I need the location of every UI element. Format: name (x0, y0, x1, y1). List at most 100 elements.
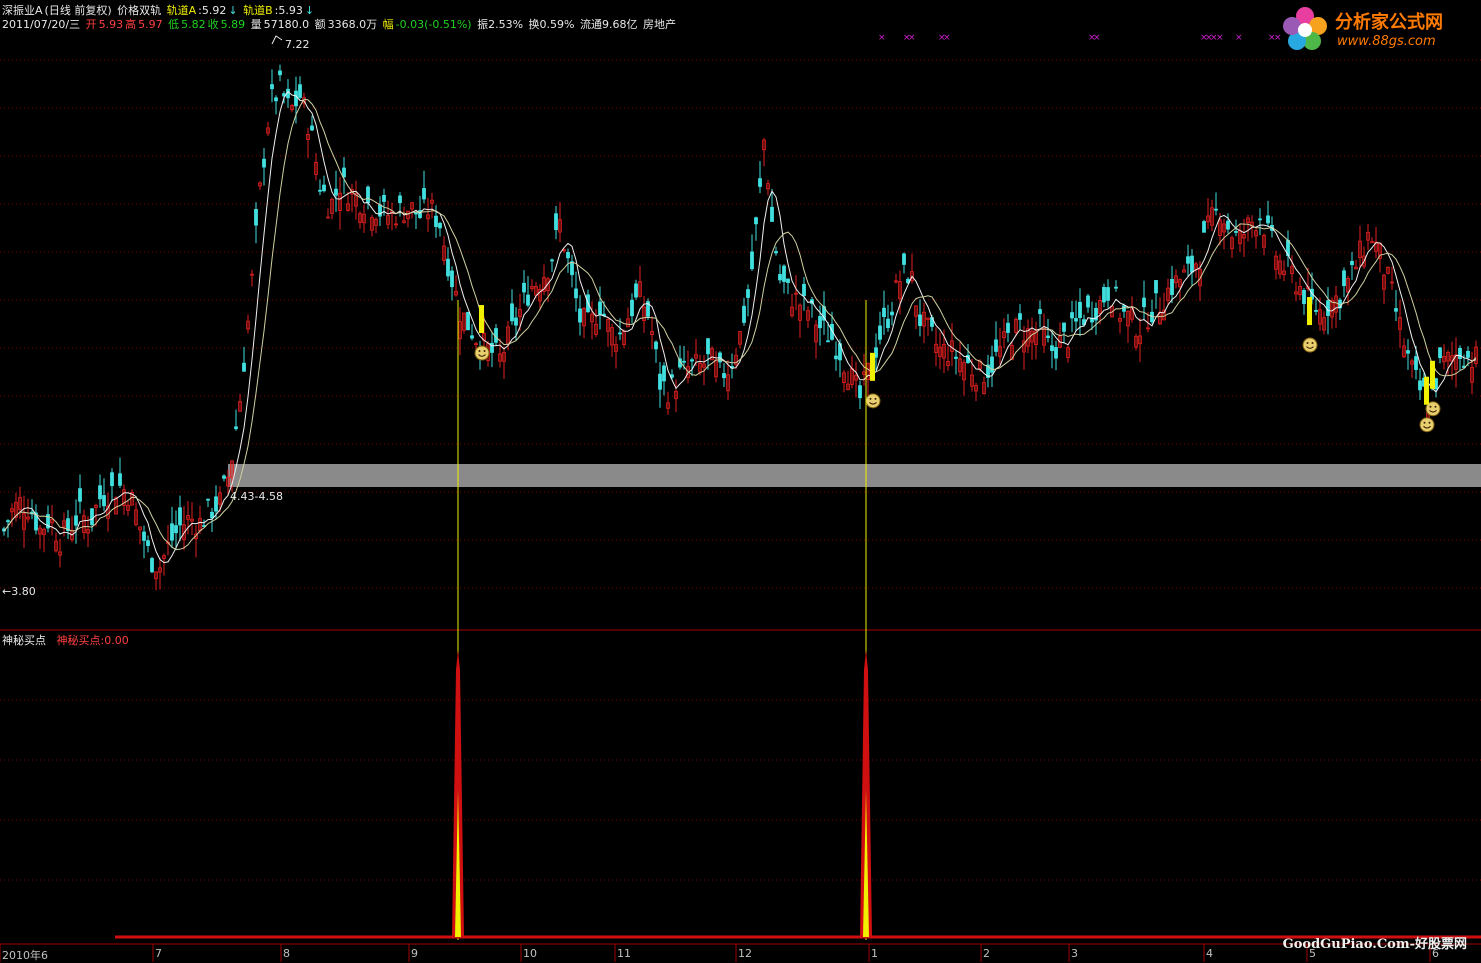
amplitude-label: 振2.53% (477, 18, 524, 31)
candle-body (994, 339, 998, 352)
candle-body (278, 70, 282, 76)
candle-body (294, 90, 298, 107)
candle-body (878, 325, 882, 340)
candle-body (1078, 301, 1082, 318)
candle-body (722, 373, 726, 379)
volume-label: 量 (250, 18, 262, 31)
candle-body (754, 217, 758, 225)
smiley-icon (474, 345, 490, 361)
smiley-icon (1419, 417, 1435, 433)
candle-body (1018, 313, 1022, 320)
candle-body (514, 317, 518, 326)
candle-body (654, 341, 658, 350)
high-label: 高 (125, 18, 137, 31)
indicator-panel-name: 神秘买点 (2, 634, 46, 647)
candle-body (802, 283, 806, 297)
high-value: 5.97 (138, 18, 163, 31)
candle-body (334, 188, 338, 196)
candle-body (1350, 260, 1354, 266)
candle-body (1102, 286, 1106, 303)
x-tick-label: 3 (1071, 947, 1078, 960)
candle-body (522, 282, 526, 293)
x-tick-label: 6 (1432, 947, 1439, 960)
candle-body (174, 525, 178, 534)
candle-body (1046, 335, 1050, 338)
candle-body (1394, 308, 1398, 312)
candle-body (318, 189, 322, 192)
candle-body (118, 473, 122, 486)
candle-body (1054, 347, 1058, 359)
candle-body (1086, 295, 1090, 308)
candle-body (210, 511, 214, 519)
candle-body (466, 311, 470, 331)
candle-body (510, 303, 514, 322)
smiley-eye (1428, 421, 1431, 424)
x-tick-label: 4 (1206, 947, 1213, 960)
candle-body (574, 288, 578, 299)
candle-body (662, 365, 666, 382)
close-value: 5.89 (220, 18, 246, 31)
candle-body (1342, 270, 1346, 287)
candle-body (554, 213, 558, 231)
x-tick-label: 7 (155, 947, 162, 960)
candle-body (1326, 300, 1330, 316)
smiley-icon (1302, 337, 1318, 353)
candle-body (322, 184, 326, 192)
chart-annotations: 7.22←3.804.43-4.58× ×× ×× ×× ×××× × ×× (2, 33, 1282, 598)
candle-body (78, 488, 82, 502)
smiley-eye (869, 397, 872, 400)
candle-body (1186, 256, 1190, 264)
candle-body (778, 274, 782, 281)
candle-body (1202, 221, 1206, 233)
low-value: 5.82 (181, 18, 206, 31)
candle-body (1038, 309, 1042, 315)
signal-bar (870, 352, 875, 381)
candle-body (742, 305, 746, 323)
max-pointer (271, 35, 283, 45)
candle-body (1406, 350, 1410, 354)
candle-body (150, 558, 154, 573)
smiley-eye (483, 350, 486, 353)
candle-body (74, 515, 78, 526)
candle-body (1190, 255, 1194, 273)
candle-body (146, 540, 150, 546)
candle-body (398, 195, 402, 204)
smiley-eye (1423, 421, 1426, 424)
candle-body (1226, 220, 1230, 230)
signal-bar (479, 305, 484, 334)
candle-body (1074, 318, 1078, 322)
candle-body (770, 206, 774, 222)
date-label: 2011/07/20/三 (2, 18, 81, 31)
smiley-eye (1306, 342, 1309, 345)
candle-body (298, 84, 302, 98)
open-label: 开 (85, 18, 97, 31)
x-tick-label: 9 (411, 947, 418, 960)
candle-body (1418, 380, 1422, 391)
candle-body (434, 215, 438, 227)
candle-body (706, 338, 710, 355)
amount-label: 额 (314, 18, 326, 31)
candle-body (1234, 231, 1238, 233)
x-tick-label: 2010年6 (2, 949, 48, 962)
candle-body (382, 195, 386, 202)
x-tick-label: 8 (283, 947, 290, 960)
signal-bar (1430, 360, 1435, 389)
candle-body (110, 472, 114, 487)
change-label: 幅 (382, 18, 394, 31)
smiley-eye (478, 350, 481, 353)
candle-body (774, 251, 778, 254)
candle-body (366, 186, 370, 203)
candle-body (170, 523, 174, 541)
candle-body (1302, 289, 1306, 305)
stock-chart: 7.22←3.804.43-4.58× ×× ×× ×× ×××× × ×× (0, 33, 1481, 962)
candle-body (90, 508, 94, 526)
low-label: 低 (168, 18, 180, 31)
cross-marker: × (908, 33, 916, 43)
close-label: 收 (207, 18, 219, 31)
smiley-eye (874, 397, 877, 400)
amount-value: 3368.0万 (327, 18, 378, 31)
smiley-eye (1311, 342, 1314, 345)
turnover-label: 换0.59% (528, 18, 575, 31)
max-price-label: 7.22 (285, 38, 310, 51)
candle-body (1266, 215, 1270, 224)
